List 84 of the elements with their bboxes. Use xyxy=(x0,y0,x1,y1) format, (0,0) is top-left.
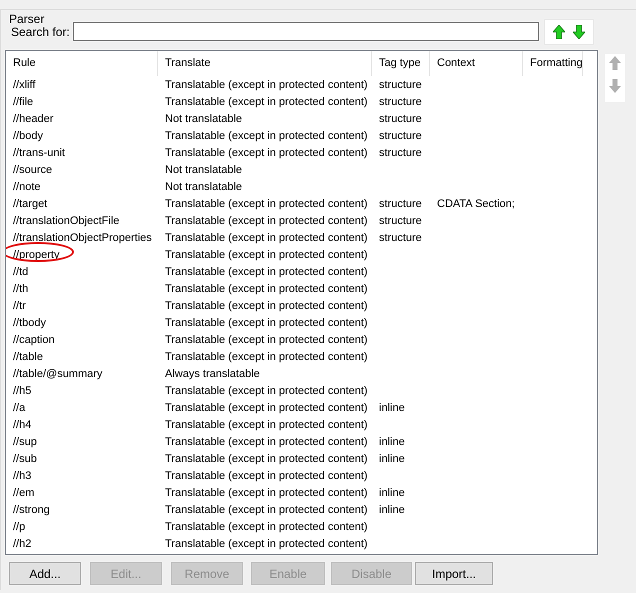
table-cell-text: structure xyxy=(378,128,423,142)
table-cell-text: //target xyxy=(12,196,48,212)
table-cell-text: Translatable (except in protected content) xyxy=(164,332,369,346)
find-previous-icon[interactable] xyxy=(553,24,565,38)
table-cell-text: Translatable (except in protected content) xyxy=(164,486,369,500)
dialog-button[interactable]: Import... xyxy=(415,562,493,585)
column-header[interactable]: Rule xyxy=(6,51,158,76)
table-cell-text: structure xyxy=(378,230,423,244)
table-cell-text: //a xyxy=(12,400,26,416)
table-cell-text: Translatable (except in protected content) xyxy=(164,230,369,244)
table-cell-text: Translatable (except in protected content) xyxy=(164,434,369,448)
table-cell-text: structure xyxy=(378,146,423,160)
table-cell-text: //trans-unit xyxy=(12,146,66,160)
table-cell-text: //note xyxy=(12,180,42,194)
table-cell-text: Translatable (except in protected content) xyxy=(164,264,369,278)
move-up-icon[interactable] xyxy=(609,56,621,70)
table-cell-text: //caption xyxy=(12,332,56,348)
table-cell-text: Always translatable xyxy=(164,366,261,380)
table-cell-text: //td xyxy=(12,264,30,280)
column-header[interactable]: Context xyxy=(430,51,523,76)
column-header[interactable]: Tag type xyxy=(372,51,430,76)
table-cell-text: Translatable (except in protected content) xyxy=(164,350,369,364)
table-cell-text: structure xyxy=(378,214,423,228)
table-cell-text: inline xyxy=(378,502,406,516)
table-cell-text: //p xyxy=(12,520,26,534)
table-cell-text: //strong xyxy=(12,502,51,518)
table-cell-text: //translationObjectProperties xyxy=(12,230,153,246)
table-cell-text: Translatable (except in protected content) xyxy=(164,128,369,142)
search-field[interactable] xyxy=(73,22,539,41)
table-cell: //property xyxy=(6,246,158,263)
table-cell-text: //sub xyxy=(12,452,38,466)
table-cell-text: Translatable (except in protected content) xyxy=(164,196,369,210)
table-cell-text: inline xyxy=(378,434,406,448)
table-cell-text: //h2 xyxy=(12,536,32,552)
table-cell-text: //table/@summary xyxy=(12,366,104,382)
table-cell-text: Translatable (except in protected content) xyxy=(164,468,369,482)
table-cell-text: Translatable (except in protected content) xyxy=(164,146,369,160)
table-cell-text: Translatable (except in protected content) xyxy=(164,384,369,398)
table-cell-text: //h4 xyxy=(12,418,32,432)
move-down-icon[interactable] xyxy=(609,79,621,93)
table-cell-text: Translatable (except in protected content) xyxy=(164,502,369,516)
search-label: Search for: xyxy=(11,24,71,38)
table-cell-text: Translatable (except in protected content) xyxy=(164,418,369,432)
table-cell-text: Translatable (except in protected content) xyxy=(164,298,369,312)
table-cell-text: Translatable (except in protected content) xyxy=(164,214,369,228)
table-cell-text: Not translatable xyxy=(164,180,244,194)
dialog-button[interactable]: Add... xyxy=(9,562,81,585)
table-cell-text: Translatable (except in protected content) xyxy=(164,282,369,296)
table-cell-text: //th xyxy=(12,282,30,296)
find-next-icon[interactable] xyxy=(573,24,585,38)
table-cell-text: Translatable (except in protected content) xyxy=(164,248,369,262)
table-cell-text: structure xyxy=(378,78,423,92)
table-cell-text: //em xyxy=(12,486,36,500)
table-cell-text: Translatable (except in protected content) xyxy=(164,78,369,92)
table-cell-text: Translatable (except in protected content) xyxy=(164,536,369,550)
table-cell-text: Not translatable xyxy=(164,162,244,176)
table-cell-text: Translatable (except in protected content) xyxy=(164,452,369,466)
table-cell-text: //header xyxy=(12,112,54,126)
table-cell-text: Not translatable xyxy=(164,112,244,126)
group-title: Parser xyxy=(7,12,46,26)
table-cell-text: //tbody xyxy=(12,316,48,330)
table-cell-text: //translationObjectFile xyxy=(12,214,120,228)
table-cell-text: //file xyxy=(12,94,34,110)
table-cell-text: structure xyxy=(378,112,423,126)
table-cell-text: Translatable (except in protected content) xyxy=(164,316,369,330)
table-cell-text: //h3 xyxy=(12,468,32,484)
table-cell-text: //body xyxy=(12,128,44,144)
table-cell-text: //table xyxy=(12,350,44,364)
column-header[interactable]: Translate xyxy=(158,51,372,76)
table-cell-text: //source xyxy=(12,162,54,178)
table-cell-text: CDATA Section; xyxy=(436,196,516,210)
table-cell-text: Translatable (except in protected content) xyxy=(164,520,369,534)
table-cell-text: Translatable (except in protected content) xyxy=(164,400,369,414)
table-cell-text: inline xyxy=(378,486,406,500)
table-cell-text: inline xyxy=(378,452,406,466)
column-header[interactable]: Formatting xyxy=(523,51,583,76)
table-cell-text: //xliff xyxy=(12,78,36,92)
table-cell-text: Translatable (except in protected content) xyxy=(164,94,369,108)
table-cell-text: structure xyxy=(378,94,423,108)
table-cell-text: //tr xyxy=(12,298,27,314)
table-cell-text: inline xyxy=(378,400,406,414)
table-cell-text: structure xyxy=(378,196,423,210)
table-cell-text: //sup xyxy=(12,434,38,450)
table-cell-text: //h5 xyxy=(12,384,32,398)
